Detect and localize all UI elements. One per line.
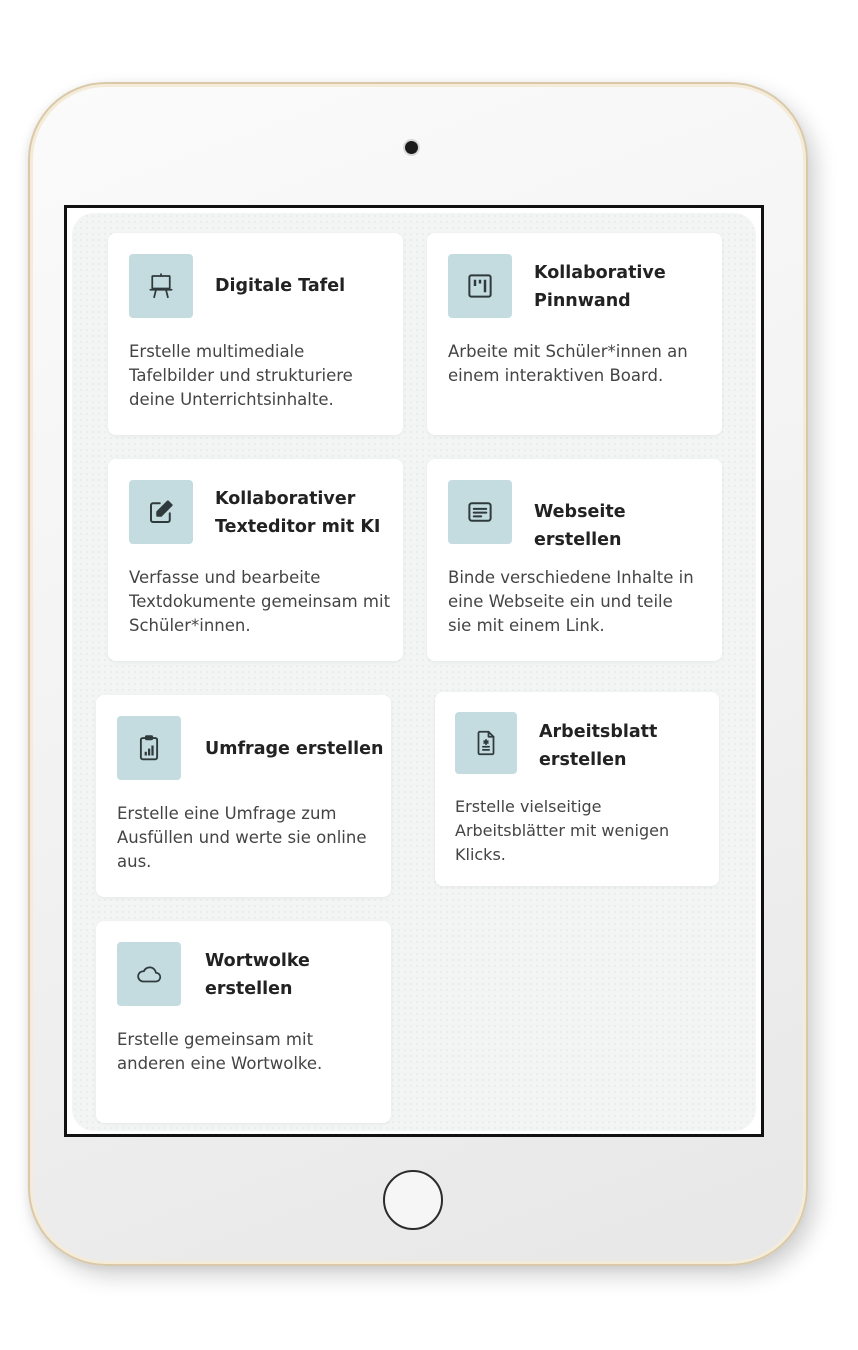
- card-description: Arbeite mit Schüler*innen an einem inter…: [448, 342, 688, 385]
- worksheet-icon: [455, 712, 517, 774]
- card-title: Arbeitsblatt erstellen: [539, 722, 658, 770]
- survey-icon: [117, 716, 181, 780]
- camera-icon: [405, 141, 418, 154]
- tools-panel: Digitale Tafel Erstelle multimediale Taf…: [72, 213, 756, 1131]
- easel-icon: [129, 254, 193, 318]
- card-description: Erstelle eine Umfrage zum Ausfüllen und …: [117, 804, 367, 871]
- card-title: Kollaborativer Texteditor mit KI: [215, 489, 381, 537]
- card-description: Erstelle vielseitige Arbeitsblätter mit …: [455, 797, 670, 864]
- edit-icon: [129, 480, 193, 544]
- card-description: Verfasse und bearbeite Textdokumente gem…: [129, 568, 391, 635]
- pinboard-icon: [448, 254, 512, 318]
- home-button[interactable]: [383, 1170, 443, 1230]
- card-kollaborative-pinnwand[interactable]: Kollaborative Pinnwand Arbeite mit Schül…: [427, 233, 722, 435]
- card-description: Erstelle gemeinsam mit anderen eine Wort…: [117, 1030, 323, 1073]
- card-kollaborativer-texteditor[interactable]: Kollaborativer Texteditor mit KI Verfass…: [108, 459, 403, 661]
- card-description: Erstelle multimediale Tafelbilder und st…: [129, 342, 353, 409]
- card-umfrage-erstellen[interactable]: Umfrage erstellen Erstelle eine Umfrage …: [96, 695, 391, 897]
- card-title: Digitale Tafel: [215, 276, 346, 296]
- cloud-icon: [117, 942, 181, 1006]
- card-title: Umfrage erstellen: [205, 739, 384, 759]
- card-title: Webseite erstellen: [534, 502, 626, 550]
- card-description: Binde verschiedene Inhalte in eine Webse…: [448, 568, 694, 635]
- card-arbeitsblatt-erstellen[interactable]: Arbeitsblatt erstellen Erstelle vielseit…: [435, 692, 719, 886]
- webpage-icon: [448, 480, 512, 544]
- card-webseite-erstellen[interactable]: Webseite erstellen Binde verschiedene In…: [427, 459, 722, 661]
- card-title: Wortwolke erstellen: [205, 951, 310, 999]
- card-wortwolke-erstellen[interactable]: Wortwolke erstellen Erstelle gemeinsam m…: [96, 921, 391, 1123]
- tablet-screen: Digitale Tafel Erstelle multimediale Taf…: [64, 205, 764, 1137]
- card-title: Kollaborative Pinnwand: [534, 263, 666, 311]
- card-digitale-tafel[interactable]: Digitale Tafel Erstelle multimediale Taf…: [108, 233, 403, 435]
